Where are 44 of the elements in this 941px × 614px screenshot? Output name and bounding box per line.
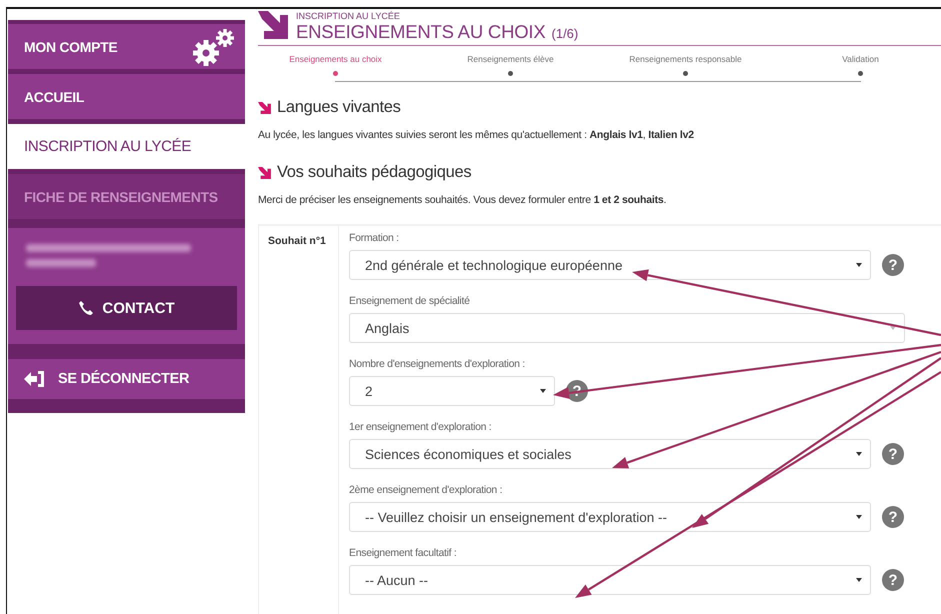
select-field[interactable]: 2 bbox=[349, 376, 555, 406]
step-counter: (1/6) bbox=[552, 26, 578, 41]
step-label[interactable]: Validation bbox=[842, 54, 879, 64]
field-label: Nombre d'enseignements d'exploration : bbox=[349, 358, 526, 370]
arrow-logo-icon bbox=[258, 11, 288, 39]
sidebar-item[interactable]: ACCUEIL bbox=[8, 74, 245, 119]
select-field[interactable]: Sciences économiques et sociales bbox=[349, 439, 871, 469]
page-subtitle: INSCRIPTION AU LYCÉE bbox=[296, 11, 401, 21]
help-icon[interactable]: ? bbox=[882, 254, 904, 276]
help-icon[interactable]: ? bbox=[882, 443, 904, 465]
field-label: 2ème enseignement d'exploration : bbox=[349, 484, 504, 496]
page-title: ENSEIGNEMENTS AU CHOIX bbox=[296, 21, 546, 42]
section-text: Au lycée, les langues vivantes suivies seront les mêmes qu'actuellement : Anglais lv1, Italien lv2 bbox=[258, 129, 695, 141]
sidebar-item[interactable]: MON COMPTE bbox=[8, 24, 245, 69]
wish-label: Souhait n°1 bbox=[268, 235, 326, 247]
step-label[interactable]: Enseignements au choix bbox=[289, 54, 382, 64]
caret-icon bbox=[890, 326, 896, 330]
phone-icon bbox=[78, 300, 94, 316]
caret-icon bbox=[856, 452, 862, 456]
select-field[interactable]: 2nd générale et technologique européenne bbox=[349, 250, 871, 280]
help-icon[interactable]: ? bbox=[882, 569, 904, 591]
contact-button[interactable]: CONTACT bbox=[16, 286, 237, 330]
caret-icon bbox=[856, 578, 862, 582]
select-field[interactable]: Anglais bbox=[349, 313, 905, 343]
step-label[interactable]: Renseignements responsable bbox=[629, 54, 742, 64]
field-label: Enseignement de spécialité bbox=[349, 295, 471, 307]
caret-icon bbox=[856, 515, 862, 519]
field-label: Formation : bbox=[349, 232, 400, 244]
section-title: Langues vivantes bbox=[277, 98, 401, 117]
caret-icon bbox=[856, 263, 862, 267]
field-label: 1er enseignement d'exploration : bbox=[349, 421, 492, 433]
logout-icon bbox=[24, 370, 46, 388]
section-title: Vos souhaits pédagogiques bbox=[277, 163, 472, 182]
select-field[interactable]: -- Veuillez choisir un enseignement d'exploration -- bbox=[349, 502, 871, 532]
help-icon[interactable]: ? bbox=[882, 506, 904, 528]
caret-icon bbox=[540, 389, 546, 393]
select-field[interactable]: -- Aucun -- bbox=[349, 565, 871, 595]
section-text: Merci de préciser les enseignements souhaités. Vous devez formuler entre 1 et 2 souhaits. bbox=[258, 194, 668, 206]
sidebar-item[interactable]: INSCRIPTION AU LYCÉE bbox=[8, 124, 245, 169]
arrow-bullet-icon bbox=[258, 102, 271, 114]
arrow-bullet-icon bbox=[258, 166, 271, 178]
field-label: Enseignement facultatif : bbox=[349, 547, 458, 559]
logout-link[interactable]: SE DÉCONNECTER bbox=[8, 359, 245, 399]
step-label[interactable]: Renseignements élève bbox=[467, 54, 554, 64]
